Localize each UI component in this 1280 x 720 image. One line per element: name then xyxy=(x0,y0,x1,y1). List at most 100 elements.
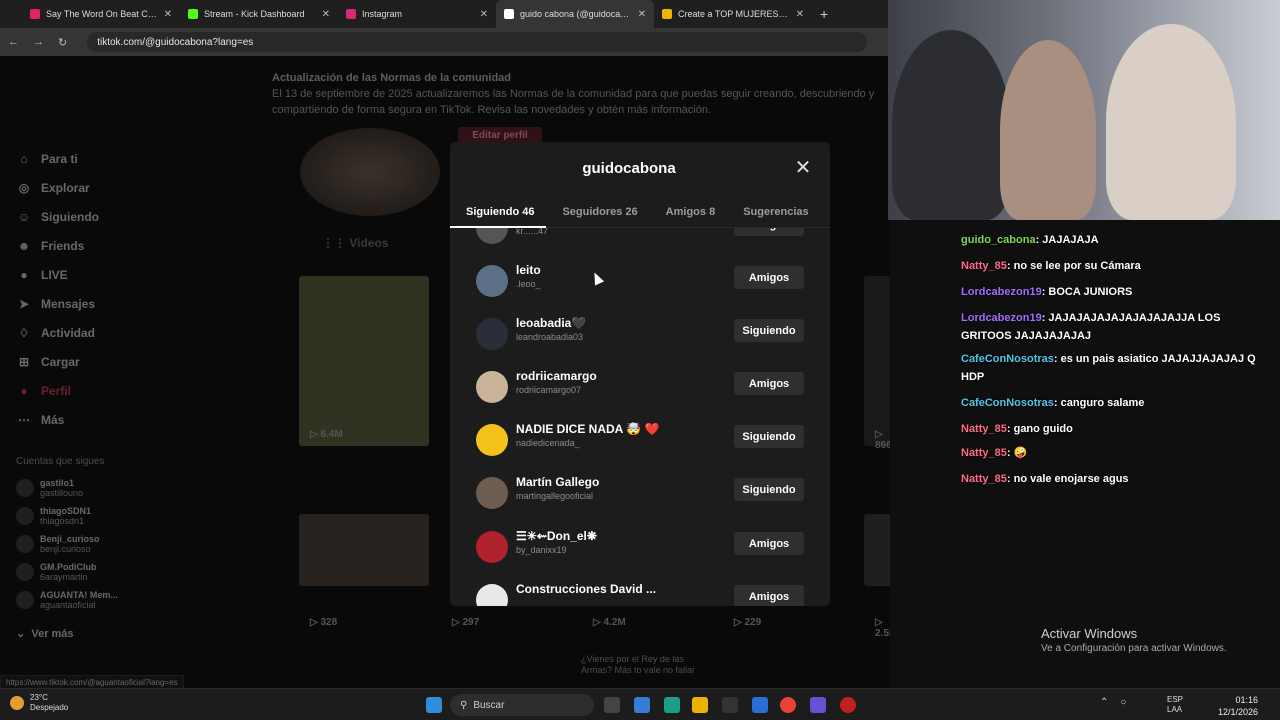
tab-sugerencias[interactable]: Sugerencias xyxy=(727,202,820,228)
avatar[interactable] xyxy=(476,424,508,456)
browser-tab[interactable]: Instagram ✕ xyxy=(338,0,496,28)
avatar[interactable] xyxy=(476,584,508,606)
following-row[interactable]: rodriicamargo rodriicamargo07 Amigos xyxy=(474,361,804,411)
row-display-name[interactable]: leoabadia🖤 xyxy=(516,316,586,330)
close-tab-icon[interactable]: ✕ xyxy=(164,9,172,20)
avatar[interactable] xyxy=(476,531,508,563)
taskbar-search[interactable]: ⚲ Buscar xyxy=(450,694,594,716)
row-display-name[interactable]: NADIE DICE NADA 🤯 ❤️ xyxy=(516,422,659,436)
close-tab-icon[interactable]: ✕ xyxy=(480,9,488,20)
chat-message: Natty_85: gano guido xyxy=(961,423,1073,435)
chat-message: guido_cabona: JAJAJAJA xyxy=(961,234,1099,246)
following-row[interactable]: Construcciones David ... Amigos xyxy=(474,574,804,606)
address-bar-row: ← → ↻ tiktok.com/@guidocabona?lang=es xyxy=(0,28,890,56)
browser-tab[interactable]: Create a TOP MUJERES MÁS LIN ✕ xyxy=(654,0,812,28)
row-display-name[interactable]: rodriicamargo xyxy=(516,369,597,383)
follow-status-button[interactable]: Amigos xyxy=(734,585,804,606)
follow-status-button[interactable]: Siguiendo xyxy=(734,478,804,501)
avatar[interactable] xyxy=(476,371,508,403)
new-tab-icon[interactable]: + xyxy=(820,6,828,22)
chat-username: Natty_85 xyxy=(961,260,1007,272)
activate-title: Activar Windows xyxy=(1041,626,1138,641)
url-text: tiktok.com/@guidocabona?lang=es xyxy=(97,36,254,48)
chrome-icon[interactable] xyxy=(780,697,796,713)
follow-status-button[interactable]: Amigos xyxy=(734,266,804,289)
close-icon[interactable]: ✕ xyxy=(794,158,812,178)
windows-start-icon[interactable] xyxy=(426,697,442,713)
clock-time: 01:16 xyxy=(1235,695,1259,705)
tab-favicon-icon xyxy=(662,9,672,19)
close-tab-icon[interactable]: ✕ xyxy=(638,9,646,20)
tab-favicon-icon xyxy=(504,9,514,19)
modal-title: guidocabona xyxy=(582,160,676,177)
chat-text: 🤪 xyxy=(1013,447,1028,459)
edge-icon[interactable] xyxy=(664,697,680,713)
close-tab-icon[interactable]: ✕ xyxy=(796,9,804,20)
clock-date: 12/1/2026 xyxy=(1218,707,1259,717)
search-icon: ⚲ xyxy=(460,699,468,711)
avatar[interactable] xyxy=(476,228,508,244)
copilot-icon[interactable] xyxy=(634,697,650,713)
avatar[interactable] xyxy=(476,477,508,509)
chat-username: Natty_85 xyxy=(961,473,1007,485)
follow-status-button[interactable]: Siguiendo xyxy=(734,319,804,342)
row-display-name[interactable]: leito xyxy=(516,263,541,277)
follow-status-button[interactable]: Amigos xyxy=(734,228,804,236)
tab-amigos[interactable]: Amigos 8 xyxy=(650,202,728,228)
follow-status-button[interactable]: Amigos xyxy=(734,532,804,555)
chevron-up-icon[interactable]: ⌃ xyxy=(1100,697,1108,708)
row-display-name[interactable]: ☰✳︎⇜Don_el❋ xyxy=(516,529,597,543)
follow-status-button[interactable]: Amigos xyxy=(734,372,804,395)
row-display-name[interactable]: Martín Gallego xyxy=(516,475,599,489)
tab-title: Create a TOP MUJERES MÁS LIN xyxy=(678,9,790,19)
back-icon[interactable]: ← xyxy=(8,36,19,48)
following-row[interactable]: leoabadia🖤 leandroabadia03 Siguiendo xyxy=(474,308,804,358)
avatar[interactable] xyxy=(476,318,508,350)
store-icon[interactable] xyxy=(722,697,738,713)
task-view-icon[interactable] xyxy=(604,697,620,713)
language-indicator[interactable]: ESP LAA xyxy=(1167,695,1183,715)
chat-username: guido_cabona xyxy=(961,234,1036,246)
reload-icon[interactable]: ↻ xyxy=(58,36,67,49)
forward-icon[interactable]: → xyxy=(33,36,44,48)
weather-desc: Despejado xyxy=(30,703,69,712)
following-row[interactable]: leito .leoo_ Amigos xyxy=(474,255,804,305)
following-row[interactable]: kr......47 Amigos xyxy=(474,228,804,252)
tab-siguiendo[interactable]: Siguiendo 46 xyxy=(450,202,547,228)
browser-tab[interactable]: Stream - Kick Dashboard ✕ xyxy=(180,0,338,28)
follow-status-button[interactable]: Siguiendo xyxy=(734,425,804,448)
following-row[interactable]: ☰✳︎⇜Don_el❋ by_danixx19 Amigos xyxy=(474,521,804,571)
row-username: by_danixx19 xyxy=(516,545,567,555)
url-field[interactable]: tiktok.com/@guidocabona?lang=es xyxy=(87,32,868,52)
close-tab-icon[interactable]: ✕ xyxy=(322,9,330,20)
avatar[interactable] xyxy=(476,265,508,297)
weather-widget[interactable]: 23°C Despejado xyxy=(10,693,68,713)
chat-text: JAJAJAJA xyxy=(1042,234,1099,246)
search-label: Buscar xyxy=(473,699,505,711)
chat-message: Lordcabezon19: BOCA JUNIORS xyxy=(961,286,1133,298)
chat-username: Lordcabezon19 xyxy=(961,286,1042,298)
file-explorer-icon[interactable] xyxy=(692,697,708,713)
clock[interactable]: 01:16 12/1/2026 xyxy=(1218,694,1258,718)
browser-tab[interactable]: Say The Word On Beat Challenge ✕ xyxy=(22,0,180,28)
stream-chat: guido_cabona: JAJAJAJA Natty_85: no se le… xyxy=(950,228,1280,498)
weather-temp: 23°C xyxy=(30,693,48,702)
following-row[interactable]: NADIE DICE NADA 🤯 ❤️ nadiedicenada_ Sigu… xyxy=(474,414,804,464)
mail-icon[interactable] xyxy=(752,697,768,713)
browser-tab[interactable]: guido cabona (@guidocabona) ✕ xyxy=(496,0,654,28)
tab-seguidores[interactable]: Seguidores 26 xyxy=(546,202,649,228)
tab-title: Say The Word On Beat Challenge xyxy=(46,9,158,19)
tab-favicon-icon xyxy=(30,9,40,19)
row-username: kr......47 xyxy=(516,228,549,236)
row-username: rodriicamargo07 xyxy=(516,385,582,395)
network-icon[interactable]: ○ xyxy=(1120,697,1126,708)
activate-subtitle: Ve a Configuración para activar Windows. xyxy=(1041,643,1227,654)
modal-tabs: Siguiendo 46 Seguidores 26 Amigos 8 Suge… xyxy=(450,202,830,228)
row-display-name[interactable]: Construcciones David ... xyxy=(516,582,656,596)
following-row[interactable]: Martín Gallego martingallegooficial Sigu… xyxy=(474,467,804,517)
chat-username: Natty_85 xyxy=(961,423,1007,435)
chat-text: no vale enojarse agus xyxy=(1013,473,1129,485)
browser-tab-bar: Say The Word On Beat Challenge✕Stream - … xyxy=(0,0,890,28)
obs-icon[interactable] xyxy=(840,697,856,713)
teams-icon[interactable] xyxy=(810,697,826,713)
